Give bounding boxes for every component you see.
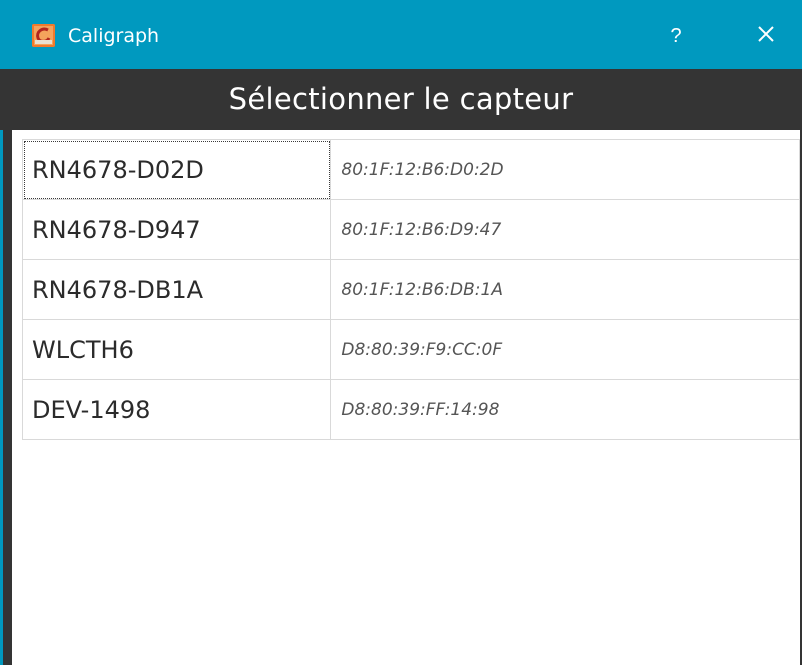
sensor-mac-address[interactable]: 80:1F:12:B6:D9:47 bbox=[330, 199, 800, 260]
sensor-row[interactable]: RN4678-D02D 80:1F:12:B6:D0:2D bbox=[21, 139, 800, 200]
sensor-mac-address[interactable]: 80:1F:12:B6:D0:2D bbox=[330, 139, 800, 200]
sensor-name[interactable]: DEV-1498 bbox=[21, 379, 332, 440]
caligraph-app-icon bbox=[32, 24, 55, 47]
sensor-name[interactable]: RN4678-D947 bbox=[21, 199, 332, 260]
sensor-list-panel[interactable]: RN4678-D02D 80:1F:12:B6:D0:2D RN4678-D94… bbox=[12, 130, 800, 665]
help-button[interactable]: ? bbox=[662, 20, 690, 52]
sensor-row[interactable]: RN4678-D947 80:1F:12:B6:D9:47 bbox=[21, 199, 800, 260]
sensor-row[interactable]: RN4678-DB1A 80:1F:12:B6:DB:1A bbox=[21, 259, 800, 320]
sensor-row[interactable]: DEV-1498 D8:80:39:FF:14:98 bbox=[21, 379, 800, 440]
sensor-mac-address[interactable]: D8:80:39:F9:CC:0F bbox=[330, 319, 800, 380]
title-bar[interactable]: Caligraph ? bbox=[0, 0, 802, 69]
sensor-table: RN4678-D02D 80:1F:12:B6:D0:2D RN4678-D94… bbox=[21, 139, 800, 440]
sensor-name[interactable]: RN4678-DB1A bbox=[21, 259, 332, 320]
sensor-name[interactable]: RN4678-D02D bbox=[21, 139, 332, 200]
close-icon bbox=[758, 26, 774, 42]
sensor-row[interactable]: WLCTH6 D8:80:39:F9:CC:0F bbox=[21, 319, 800, 380]
sensor-name[interactable]: WLCTH6 bbox=[21, 319, 332, 380]
dialog-heading: Sélectionner le capteur bbox=[228, 82, 574, 116]
dialog-header: Sélectionner le capteur bbox=[0, 69, 802, 130]
window-title: Caligraph bbox=[68, 25, 160, 47]
window-frame-accent bbox=[0, 130, 3, 665]
sensor-mac-address[interactable]: D8:80:39:FF:14:98 bbox=[330, 379, 800, 440]
sensor-mac-address[interactable]: 80:1F:12:B6:DB:1A bbox=[330, 259, 800, 320]
close-button[interactable] bbox=[748, 20, 784, 52]
caligraph-dialog-window: Caligraph ? Sélectionner le capteur RN46… bbox=[0, 0, 802, 665]
